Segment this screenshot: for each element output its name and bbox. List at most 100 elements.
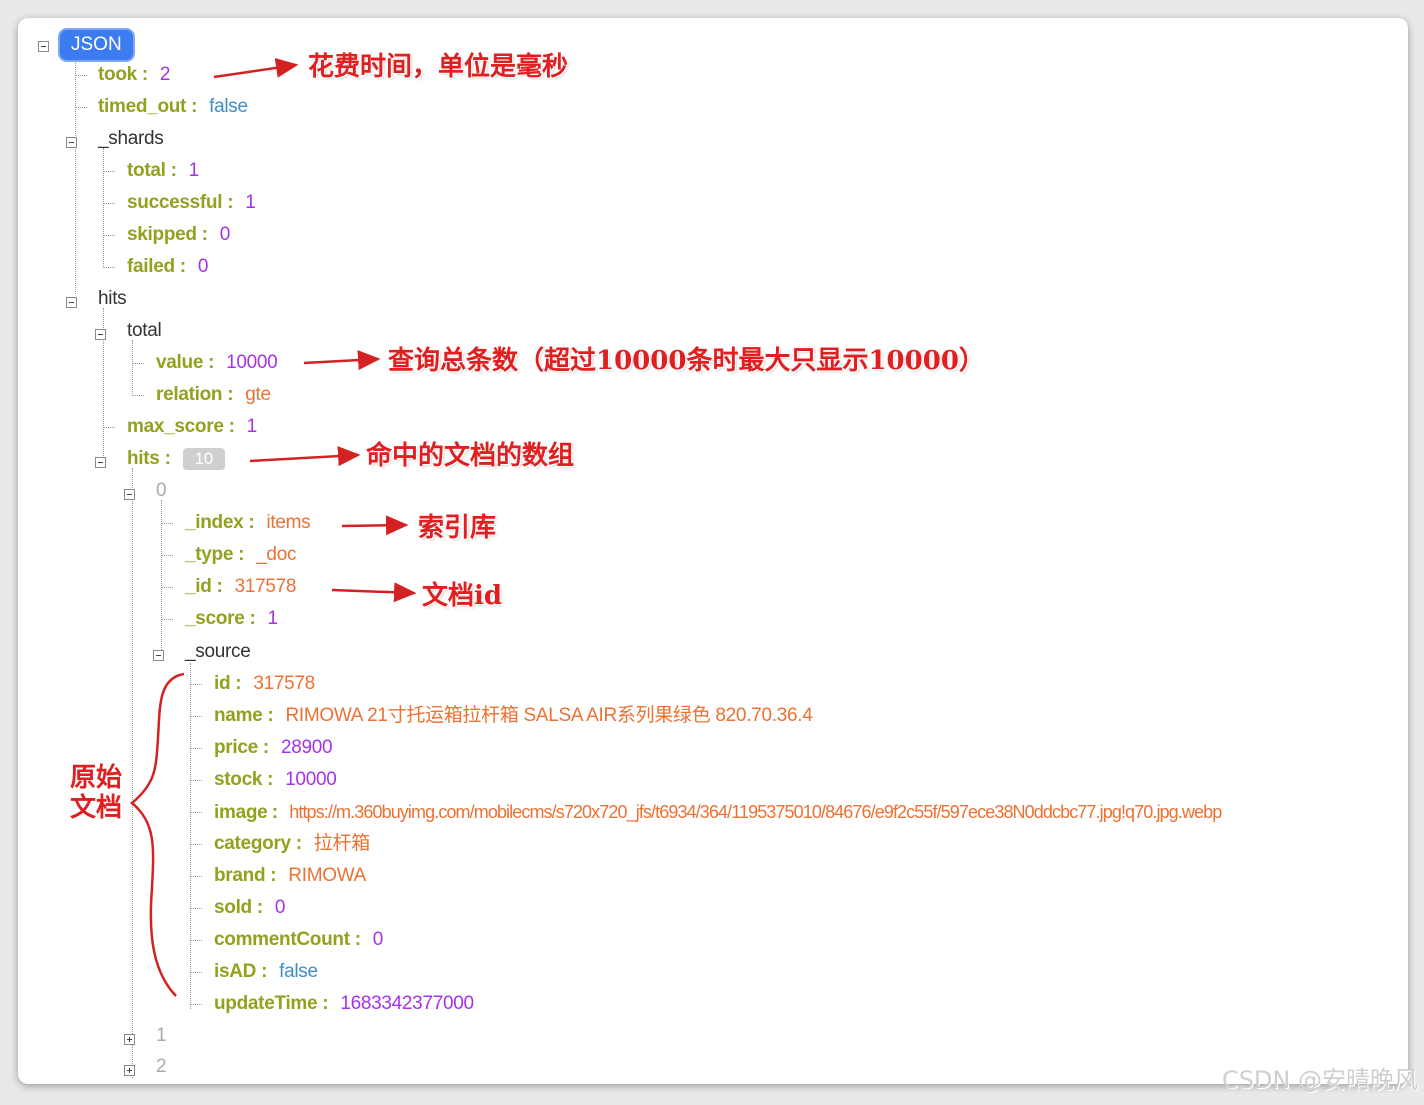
- key-separator: :: [257, 737, 269, 758]
- key-separator: :: [196, 224, 208, 245]
- value-string[interactable]: RIMOWA 21寸托运箱拉杆箱 SALSA AIR系列果绿色 820.70.3…: [285, 705, 812, 726]
- key-label: successful: [127, 192, 223, 213]
- value-number[interactable]: 2: [160, 64, 171, 85]
- collapse-toggle-hits[interactable]: [66, 297, 77, 308]
- tree-row-source-price: price :28900: [214, 733, 333, 763]
- value-number[interactable]: 1: [267, 608, 278, 629]
- tree-line: [75, 107, 87, 108]
- key-label: _source: [185, 641, 251, 662]
- brace-source: [130, 672, 185, 997]
- tree-row-source-comment-count: commentCount :0: [214, 925, 383, 955]
- value-number[interactable]: 0: [198, 256, 209, 277]
- value-number[interactable]: 0: [220, 224, 231, 245]
- value-string[interactable]: 317578: [253, 673, 315, 694]
- value-number[interactable]: 1: [245, 192, 256, 213]
- value-string[interactable]: RIMOWA: [288, 865, 366, 886]
- collapse-toggle-root[interactable]: [38, 41, 49, 52]
- array-count-badge: 10: [182, 447, 225, 470]
- tree-line: [190, 908, 202, 909]
- key-label: sold: [214, 897, 252, 918]
- value-number[interactable]: 10000: [285, 769, 337, 790]
- array-index: 0: [156, 480, 167, 501]
- key-separator: :: [256, 961, 268, 982]
- value-number[interactable]: 28900: [281, 737, 333, 758]
- tree-line: [132, 468, 133, 1078]
- collapse-toggle-hits-total[interactable]: [95, 329, 106, 340]
- key-label: price: [214, 737, 258, 758]
- tree-row-source-category: category : 拉杆箱: [214, 829, 370, 859]
- tree-line: [161, 587, 173, 588]
- key-label: hits: [98, 288, 127, 309]
- expand-toggle-item-2[interactable]: [124, 1065, 135, 1076]
- tree-row-item-1[interactable]: 1: [156, 1021, 167, 1051]
- tree-row-source-sold: sold :0: [214, 893, 285, 923]
- tree-row-source-name: name : RIMOWA 21寸托运箱拉杆箱 SALSA AIR系列果绿色 82…: [214, 701, 813, 731]
- note-id: 文档id: [422, 581, 503, 611]
- key-separator: :: [159, 448, 171, 469]
- tree-row-item-2[interactable]: 2: [156, 1052, 167, 1082]
- tree-row-hits[interactable]: hits: [98, 284, 127, 314]
- tree-line: [190, 780, 202, 781]
- note-hits: 命中的文档的数组: [366, 441, 575, 471]
- value-boolean[interactable]: false: [209, 96, 248, 117]
- value-number[interactable]: 1: [247, 416, 258, 437]
- array-index: 2: [156, 1056, 167, 1077]
- collapse-toggle-shards[interactable]: [66, 137, 77, 148]
- note-total: 查询总条数（超过10000条时最大只显示10000）: [388, 346, 985, 376]
- value-number[interactable]: 10000: [226, 352, 278, 373]
- key-separator: :: [265, 865, 277, 886]
- value-string[interactable]: gte: [245, 384, 271, 405]
- key-label: updateTime: [214, 993, 318, 1014]
- value-string[interactable]: https://m.360buyimg.com/mobilecms/s720x7…: [289, 802, 1222, 822]
- collapse-toggle-hits-array[interactable]: [95, 457, 106, 468]
- json-viewer-panel: JSON took :2 timed_out : false _shards to…: [18, 18, 1408, 1084]
- key-separator: :: [165, 160, 177, 181]
- collapse-toggle-source[interactable]: [153, 650, 164, 661]
- value-number[interactable]: 0: [275, 897, 286, 918]
- tree-line: [132, 395, 144, 396]
- tree-row-source-id: id :317578: [214, 669, 315, 699]
- expand-toggle-item-1[interactable]: [124, 1034, 135, 1045]
- tree-row-source[interactable]: _source: [185, 637, 251, 667]
- tree-row-item-0[interactable]: 0: [156, 476, 167, 506]
- value-number[interactable]: 0: [373, 929, 384, 950]
- key-separator: :: [290, 833, 302, 854]
- tree-row-source-stock: stock :10000: [214, 765, 337, 795]
- key-separator: :: [243, 512, 255, 533]
- key-label: name: [214, 705, 263, 726]
- value-string[interactable]: 317578: [235, 576, 297, 597]
- key-label: _id: [185, 576, 212, 597]
- key-label: took: [98, 64, 137, 85]
- root-badge[interactable]: JSON: [58, 28, 135, 62]
- watermark: CSDN @安晴晚风: [1221, 1066, 1418, 1094]
- tree-row-shards[interactable]: _shards: [98, 124, 164, 154]
- arrow-took: [213, 58, 299, 79]
- tree-row-hits-total-relation: relation : gte: [156, 380, 271, 410]
- tree-row-hits-total[interactable]: total: [127, 316, 162, 346]
- key-separator: :: [230, 673, 242, 694]
- value-number[interactable]: 1683342377000: [340, 993, 474, 1014]
- key-label: timed_out: [98, 96, 187, 117]
- key-label: hits: [127, 448, 160, 469]
- collapse-toggle-item-0[interactable]: [124, 489, 135, 500]
- value-string[interactable]: _doc: [256, 544, 296, 565]
- tree-line: [103, 148, 104, 268]
- key-label: image: [214, 802, 268, 823]
- tree-line: [103, 267, 115, 268]
- value-string[interactable]: 拉杆箱: [314, 833, 370, 854]
- tree-line: [190, 663, 191, 1009]
- value-string[interactable]: items: [266, 512, 310, 533]
- tree-line: [190, 844, 202, 845]
- key-label: category: [214, 833, 291, 854]
- key-separator: :: [222, 384, 234, 405]
- key-separator: :: [203, 352, 215, 373]
- value-boolean[interactable]: false: [279, 961, 318, 982]
- key-separator: :: [233, 544, 245, 565]
- tree-line: [103, 203, 115, 204]
- value-number[interactable]: 1: [189, 160, 200, 181]
- key-separator: :: [174, 256, 186, 277]
- key-label: value: [156, 352, 204, 373]
- tree-row-hits-array[interactable]: hits :10: [127, 444, 225, 474]
- tree-row-timed-out: timed_out : false: [98, 92, 248, 122]
- tree-line: [190, 684, 202, 685]
